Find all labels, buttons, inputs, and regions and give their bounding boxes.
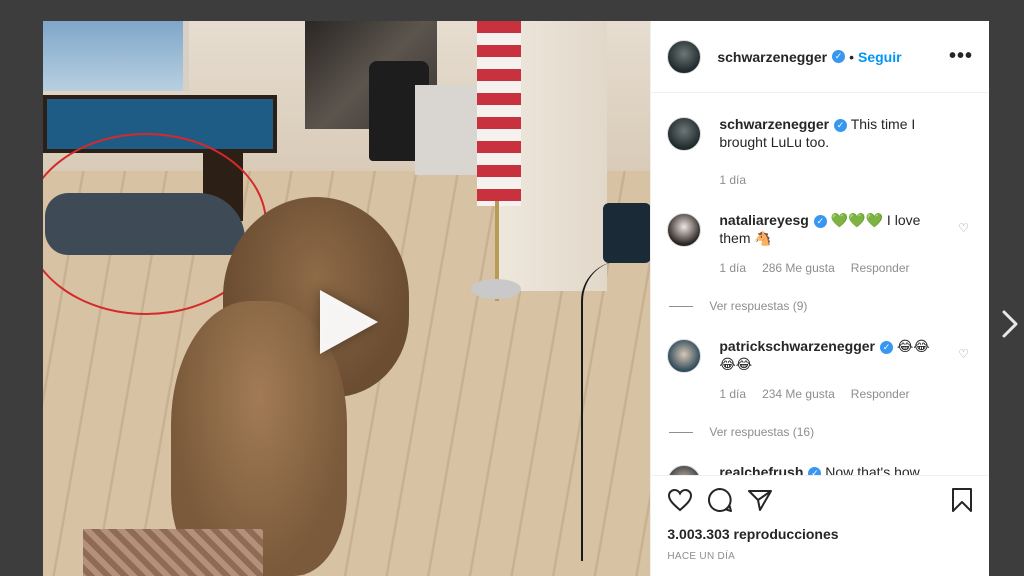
bookmark-icon[interactable] [951,487,973,513]
view-replies-button[interactable]: Ver respuestas (9) [669,297,941,315]
caption-avatar[interactable] [667,117,702,151]
caption-time[interactable]: 1 día [719,171,746,189]
commenter-avatar[interactable] [667,339,702,373]
comment-likes[interactable]: 286 Me gusta [762,259,835,277]
replies-divider [669,305,694,307]
next-post-chevron-icon[interactable] [1000,308,1020,340]
post-modal: schwarzenegger ✓ • Seguir ••• schwarzene… [43,21,989,576]
verified-icon: ✓ [832,50,846,63]
video-scene-rug [83,529,263,576]
video-player[interactable] [43,21,651,576]
comment-author[interactable]: nataliareyesg [719,212,809,228]
video-scene-window [43,21,189,91]
view-replies-button[interactable]: Ver respuestas (16) [669,423,941,441]
verified-icon: ✓ [879,340,893,354]
caption-author[interactable]: schwarzenegger [719,116,829,132]
comment-item: realchefrush ✓ Now that's how ♡ [667,463,973,475]
like-comment-heart-icon[interactable]: ♡ [958,221,969,235]
post-actions: 3.003.303 reproducciones HACE UN DÍA [651,475,989,576]
video-scene-flag [477,21,521,206]
view-replies-label: Ver respuestas (9) [709,299,808,313]
like-comment-heart-icon[interactable]: ♡ [958,347,969,361]
author-username[interactable]: schwarzenegger [717,49,827,65]
commenter-avatar[interactable] [667,213,702,247]
post-sidebar: schwarzenegger ✓ • Seguir ••• schwarzene… [650,21,989,576]
like-comment-heart-icon[interactable]: ♡ [958,473,969,475]
video-scene-phone [603,203,651,263]
replies-divider [669,431,694,433]
comment-text: Now that's how [825,464,920,475]
commenter-avatar[interactable] [667,465,702,475]
verified-icon: ✓ [808,466,822,475]
video-scene-cable [581,261,650,561]
comment-bubble-icon[interactable] [707,487,733,513]
caption: schwarzenegger ✓ This time I brought LuLu… [667,115,973,189]
comment-likes[interactable]: 234 Me gusta [762,385,835,403]
verified-icon: ✓ [834,118,848,132]
play-icon[interactable] [320,290,378,354]
comment-time[interactable]: 1 día [719,385,746,403]
author-avatar[interactable] [667,39,702,74]
follow-button[interactable]: Seguir [858,49,902,65]
post-header: schwarzenegger ✓ • Seguir ••• [651,21,989,93]
share-send-icon[interactable] [747,488,773,512]
reply-button[interactable]: Responder [851,385,910,403]
video-scene-flag-base [471,279,521,299]
like-heart-icon[interactable] [667,488,693,512]
view-count[interactable]: 3.003.303 reproducciones [667,526,973,542]
comment-author[interactable]: realchefrush [719,464,803,475]
separator-dot: • [849,48,854,65]
post-timestamp[interactable]: HACE UN DÍA [667,551,973,562]
comment-time[interactable]: 1 día [719,259,746,277]
comment-item: nataliareyesg ✓ 💚💚💚 I love them 🐴 1 día 2… [667,211,973,315]
comment-item: patrickschwarzenegger ✓ 😂😂😂😂 1 día 234 Me… [667,337,973,441]
reply-button[interactable]: Responder [851,259,910,277]
verified-icon: ✓ [813,214,827,228]
more-options-icon[interactable]: ••• [949,45,973,68]
comments-list[interactable]: schwarzenegger ✓ This time I brought LuLu… [651,93,989,475]
comment-author[interactable]: patrickschwarzenegger [719,338,875,354]
view-replies-label: Ver respuestas (16) [709,425,815,439]
